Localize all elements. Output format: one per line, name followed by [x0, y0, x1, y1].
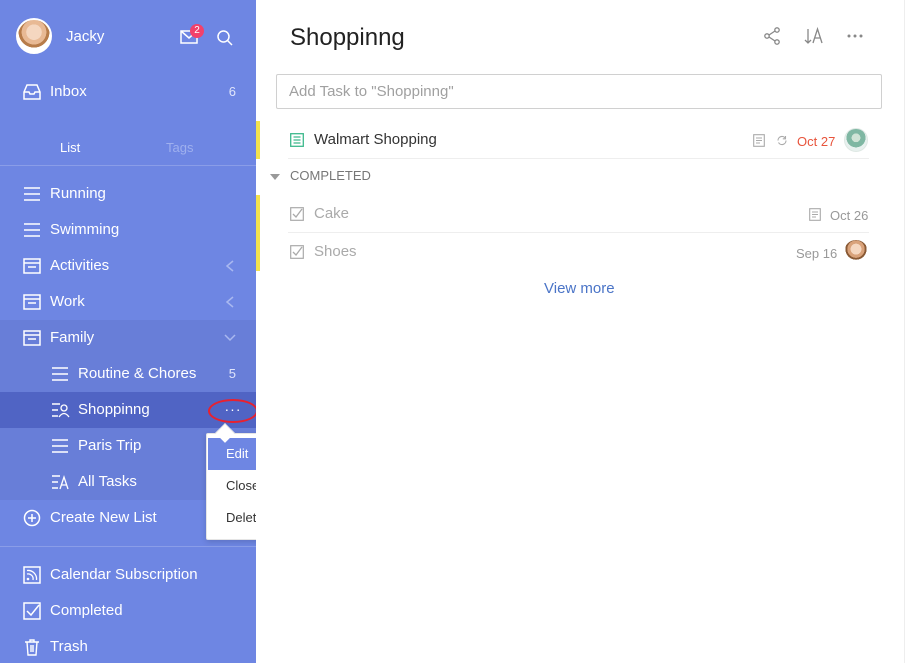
sidebar-item-label: Family	[50, 329, 95, 346]
folder-icon	[23, 294, 41, 310]
sidebar-item-label: All Tasks	[78, 473, 137, 490]
rss-icon	[23, 566, 41, 584]
sidebar-item-label: Shoppinng	[78, 401, 150, 418]
task-title: Walmart Shopping	[314, 131, 437, 148]
tab-list[interactable]: List	[60, 140, 80, 155]
repeat-icon	[777, 135, 787, 146]
plus-circle-icon	[23, 509, 41, 527]
main-panel: Shoppinng Walmart Shopping Oct 27	[256, 0, 905, 663]
task-row[interactable]: Shoes Sep 16	[256, 233, 905, 271]
create-new-list-label: Create New List	[50, 509, 157, 526]
sidebar-item-label: Work	[50, 293, 85, 310]
sidebar-item-activities[interactable]: Activities	[0, 248, 256, 284]
sidebar-item-label: Paris Trip	[78, 437, 142, 454]
tab-tags[interactable]: Tags	[166, 140, 193, 155]
priority-marker	[256, 195, 260, 233]
sidebar-item-completed[interactable]: Completed	[0, 593, 256, 629]
sidebar-item-routine-chores[interactable]: Routine & Chores 5	[0, 356, 256, 392]
sidebar-item-family[interactable]: Family	[0, 320, 256, 356]
page-title: Shoppinng	[290, 24, 405, 51]
folder-icon	[23, 330, 41, 346]
list-icon	[52, 367, 68, 381]
task-due-date[interactable]: Sep 16	[796, 246, 837, 261]
divider	[0, 546, 256, 547]
sidebar-item-label: Routine & Chores	[78, 365, 197, 382]
chevron-left-icon[interactable]	[224, 295, 236, 309]
trash-icon	[25, 639, 39, 656]
add-task-input[interactable]	[276, 74, 882, 109]
sidebar-item-count: 5	[228, 366, 236, 381]
list-icon	[24, 187, 40, 201]
task-title: Cake	[314, 205, 350, 222]
shared-list-icon	[52, 403, 70, 418]
list-icon	[24, 223, 40, 237]
sidebar-item-label: Running	[50, 185, 106, 202]
task-row[interactable]: Walmart Shopping Oct 27	[256, 121, 905, 159]
collapse-triangle-icon	[270, 173, 280, 180]
row-divider	[288, 158, 869, 159]
sidebar-item-work[interactable]: Work	[0, 284, 256, 320]
list-more-options-button[interactable]: ···	[208, 399, 258, 423]
task-due-date[interactable]: Oct 27	[797, 134, 835, 149]
completed-section-header[interactable]: COMPLETED	[270, 168, 371, 183]
completed-label: COMPLETED	[290, 168, 371, 183]
priority-marker	[256, 233, 260, 271]
task-title: Shoes	[314, 243, 357, 260]
view-more-link[interactable]: View more	[544, 280, 615, 297]
sidebar-item-trash[interactable]: Trash	[0, 629, 256, 663]
checked-checkbox-icon[interactable]	[290, 207, 304, 221]
sidebar-item-calendar-subscription[interactable]: Calendar Subscription	[0, 557, 256, 593]
user-avatar[interactable]	[16, 18, 52, 54]
priority-marker	[256, 121, 260, 159]
assignee-avatar[interactable]	[844, 128, 868, 152]
search-icon[interactable]	[216, 29, 234, 47]
sidebar-item-running[interactable]: Running	[0, 176, 256, 212]
checked-checkbox-icon[interactable]	[290, 245, 304, 259]
sidebar-header: Jacky 2	[0, 0, 256, 74]
sidebar-item-label: Calendar Subscription	[50, 566, 198, 583]
sidebar-item-label: Inbox	[50, 83, 87, 100]
chevron-down-icon[interactable]	[224, 331, 236, 345]
more-options-icon[interactable]	[845, 26, 865, 46]
checklist-task-icon[interactable]	[290, 133, 304, 147]
sort-icon[interactable]	[804, 26, 824, 46]
task-row[interactable]: Cake Oct 26	[256, 195, 905, 233]
sidebar-item-label: Activities	[50, 257, 110, 274]
sidebar-tabs: List Tags	[0, 132, 256, 166]
folder-icon	[23, 258, 41, 274]
sidebar-item-label: Trash	[50, 638, 88, 655]
list-icon	[52, 439, 68, 453]
sidebar-item-inbox[interactable]: Inbox 6	[0, 74, 256, 110]
assignee-avatar[interactable]	[844, 240, 868, 264]
username[interactable]: Jacky	[66, 28, 104, 45]
sidebar-item-label: Completed	[50, 602, 123, 619]
sidebar-item-count: 6	[228, 84, 236, 99]
chevron-left-icon[interactable]	[224, 259, 236, 273]
share-icon[interactable]	[762, 26, 782, 46]
mail-badge: 2	[190, 24, 204, 38]
sidebar-item-swimming[interactable]: Swimming	[0, 212, 256, 248]
shared-list-icon	[52, 474, 69, 490]
note-icon	[753, 134, 765, 147]
inbox-icon	[23, 84, 41, 100]
checkbox-icon	[23, 602, 41, 620]
sidebar: Jacky 2 Inbox 6 List Tags Running Swimmi…	[0, 0, 256, 663]
note-icon	[809, 208, 821, 221]
task-due-date[interactable]: Oct 26	[830, 208, 868, 223]
sidebar-item-label: Swimming	[50, 221, 120, 238]
